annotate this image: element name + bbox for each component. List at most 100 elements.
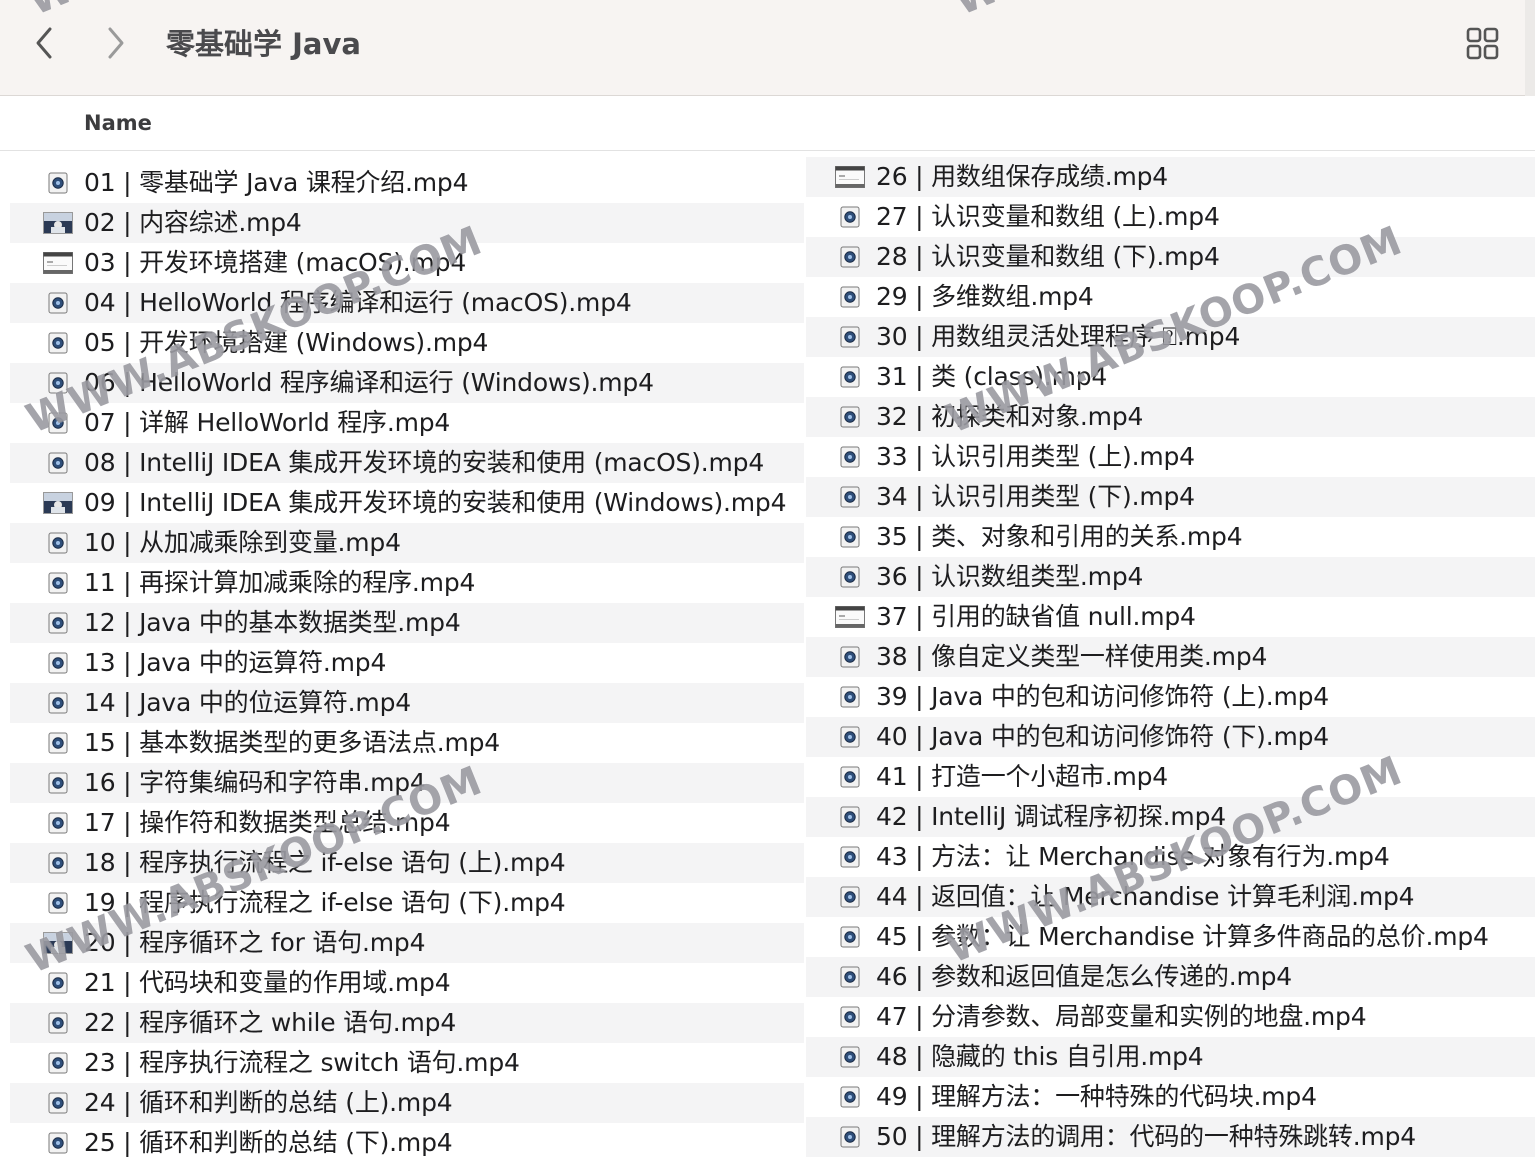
- file-name: 42 | IntelliJ 调试程序初探.mp4: [876, 802, 1226, 831]
- file-name: 22 | 程序循环之 while 语句.mp4: [84, 1008, 457, 1037]
- file-row[interactable]: 18 | 程序执行流程之 if-else 语句 (上).mp4: [10, 843, 804, 883]
- file-name: 01 | 零基础学 Java 课程介绍.mp4: [84, 168, 469, 197]
- file-row[interactable]: 03 | 开发环境搭建 (macOS).mp4: [10, 243, 804, 283]
- file-row[interactable]: 27 | 认识变量和数组 (上).mp4: [806, 197, 1535, 237]
- video-file-icon: [834, 925, 866, 949]
- file-row[interactable]: 44 | 返回值：让 Merchandise 计算毛利润.mp4: [806, 877, 1535, 917]
- file-row[interactable]: 08 | IntelliJ IDEA 集成开发环境的安装和使用 (macOS).…: [10, 443, 804, 483]
- file-row[interactable]: 36 | 认识数组类型.mp4: [806, 557, 1535, 597]
- file-name: 16 | 字符集编码和字符串.mp4: [84, 768, 426, 797]
- file-row[interactable]: 29 | 多维数组.mp4: [806, 277, 1535, 317]
- file-row[interactable]: 28 | 认识变量和数组 (下).mp4: [806, 237, 1535, 277]
- video-file-icon: [42, 651, 74, 675]
- window-title: 零基础学 Java: [166, 27, 361, 61]
- file-row[interactable]: 25 | 循环和判断的总结 (下).mp4: [10, 1123, 804, 1163]
- video-file-icon: [834, 365, 866, 389]
- file-row[interactable]: 09 | IntelliJ IDEA 集成开发环境的安装和使用 (Windows…: [10, 483, 804, 523]
- file-row[interactable]: 20 | 程序循环之 for 语句.mp4: [10, 923, 804, 963]
- file-row[interactable]: 34 | 认识引用类型 (下).mp4: [806, 477, 1535, 517]
- file-row[interactable]: 41 | 打造一个小超市.mp4: [806, 757, 1535, 797]
- video-thumbnail-icon: [42, 491, 74, 515]
- file-row[interactable]: 43 | 方法：让 Merchandise 对象有行为.mp4: [806, 837, 1535, 877]
- file-row[interactable]: 26 | 用数组保存成绩.mp4: [806, 157, 1535, 197]
- file-row[interactable]: 17 | 操作符和数据类型总结.mp4: [10, 803, 804, 843]
- video-file-icon: [834, 565, 866, 589]
- file-name: 28 | 认识变量和数组 (下).mp4: [876, 242, 1220, 271]
- video-file-icon: [834, 1045, 866, 1069]
- video-thumbnail-icon: [42, 211, 74, 235]
- video-file-icon: [834, 805, 866, 829]
- file-row[interactable]: 31 | 类 (class).mp4: [806, 357, 1535, 397]
- file-name: 30 | 用数组灵活处理程序 ⍰.mp4: [876, 322, 1241, 351]
- file-name: 08 | IntelliJ IDEA 集成开发环境的安装和使用 (macOS).…: [84, 448, 765, 477]
- video-file-icon: [834, 645, 866, 669]
- file-row[interactable]: 11 | 再探计算加减乘除的程序.mp4: [10, 563, 804, 603]
- file-name: 50 | 理解方法的调用：代码的一种特殊跳转.mp4: [876, 1122, 1417, 1151]
- file-row[interactable]: 04 | HelloWorld 程序编译和运行 (macOS).mp4: [10, 283, 804, 323]
- file-row[interactable]: 23 | 程序执行流程之 switch 语句.mp4: [10, 1043, 804, 1083]
- file-name: 19 | 程序执行流程之 if-else 语句 (下).mp4: [84, 888, 566, 917]
- file-row[interactable]: 40 | Java 中的包和访问修饰符 (下).mp4: [806, 717, 1535, 757]
- file-row[interactable]: 12 | Java 中的基本数据类型.mp4: [10, 603, 804, 643]
- file-row[interactable]: 13 | Java 中的运算符.mp4: [10, 643, 804, 683]
- video-file-icon: [42, 451, 74, 475]
- file-name: 09 | IntelliJ IDEA 集成开发环境的安装和使用 (Windows…: [84, 488, 787, 517]
- file-name: 06 | HelloWorld 程序编译和运行 (Windows).mp4: [84, 368, 654, 397]
- video-file-icon: [42, 1091, 74, 1115]
- scrollbar-edge[interactable]: [1525, 0, 1535, 96]
- file-row[interactable]: 49 | 理解方法：一种特殊的代码块.mp4: [806, 1077, 1535, 1117]
- back-button[interactable]: [24, 20, 64, 66]
- file-row[interactable]: 46 | 参数和返回值是怎么传递的.mp4: [806, 957, 1535, 997]
- video-file-icon: [42, 691, 74, 715]
- chevron-left-icon: [36, 27, 52, 59]
- video-file-icon: [834, 485, 866, 509]
- name-column-header[interactable]: Name: [84, 109, 152, 137]
- view-mode-button[interactable]: [1460, 24, 1504, 64]
- file-row[interactable]: 22 | 程序循环之 while 语句.mp4: [10, 1003, 804, 1043]
- video-file-icon: [42, 851, 74, 875]
- video-file-icon: [834, 405, 866, 429]
- file-row[interactable]: 21 | 代码块和变量的作用域.mp4: [10, 963, 804, 1003]
- file-row[interactable]: 24 | 循环和判断的总结 (上).mp4: [10, 1083, 804, 1123]
- file-name: 15 | 基本数据类型的更多语法点.mp4: [84, 728, 501, 757]
- file-row[interactable]: 19 | 程序执行流程之 if-else 语句 (下).mp4: [10, 883, 804, 923]
- file-name: 44 | 返回值：让 Merchandise 计算毛利润.mp4: [876, 882, 1415, 911]
- file-name: 35 | 类、对象和引用的关系.mp4: [876, 522, 1243, 551]
- finder-toolbar: 零基础学 Java: [0, 0, 1535, 96]
- file-name: 34 | 认识引用类型 (下).mp4: [876, 482, 1195, 511]
- file-row[interactable]: 38 | 像自定义类型一样使用类.mp4: [806, 637, 1535, 677]
- file-row[interactable]: 42 | IntelliJ 调试程序初探.mp4: [806, 797, 1535, 837]
- file-name: 40 | Java 中的包和访问修饰符 (下).mp4: [876, 722, 1330, 751]
- forward-button[interactable]: [96, 20, 136, 66]
- file-name: 03 | 开发环境搭建 (macOS).mp4: [84, 248, 467, 277]
- file-row[interactable]: 33 | 认识引用类型 (上).mp4: [806, 437, 1535, 477]
- file-row[interactable]: 15 | 基本数据类型的更多语法点.mp4: [10, 723, 804, 763]
- file-row[interactable]: 07 | 详解 HelloWorld 程序.mp4: [10, 403, 804, 443]
- file-name: 10 | 从加减乘除到变量.mp4: [84, 528, 401, 557]
- file-row[interactable]: 37 | 引用的缺省值 null.mp4: [806, 597, 1535, 637]
- file-row[interactable]: 35 | 类、对象和引用的关系.mp4: [806, 517, 1535, 557]
- file-row[interactable]: 02 | 内容综述.mp4: [10, 203, 804, 243]
- file-row[interactable]: 05 | 开发环境搭建 (Windows).mp4: [10, 323, 804, 363]
- video-file-icon: [834, 525, 866, 549]
- file-row[interactable]: 50 | 理解方法的调用：代码的一种特殊跳转.mp4: [806, 1117, 1535, 1157]
- file-row[interactable]: 30 | 用数组灵活处理程序 ⍰.mp4: [806, 317, 1535, 357]
- file-row[interactable]: 47 | 分清参数、局部变量和实例的地盘.mp4: [806, 997, 1535, 1037]
- video-file-icon: [834, 1085, 866, 1109]
- video-file-icon: [42, 611, 74, 635]
- file-row[interactable]: 14 | Java 中的位运算符.mp4: [10, 683, 804, 723]
- video-thumbnail-icon: [42, 931, 74, 955]
- file-row[interactable]: 32 | 初探类和对象.mp4: [806, 397, 1535, 437]
- file-row[interactable]: 06 | HelloWorld 程序编译和运行 (Windows).mp4: [10, 363, 804, 403]
- video-file-icon: [834, 445, 866, 469]
- file-name: 17 | 操作符和数据类型总结.mp4: [84, 808, 451, 837]
- file-row[interactable]: 45 | 参数：让 Merchandise 计算多件商品的总价.mp4: [806, 917, 1535, 957]
- video-file-icon: [42, 731, 74, 755]
- list-header: Name: [0, 97, 1535, 151]
- file-row[interactable]: 39 | Java 中的包和访问修饰符 (上).mp4: [806, 677, 1535, 717]
- file-row[interactable]: 01 | 零基础学 Java 课程介绍.mp4: [10, 163, 804, 203]
- file-row[interactable]: 48 | 隐藏的 this 自引用.mp4: [806, 1037, 1535, 1077]
- file-row[interactable]: 16 | 字符集编码和字符串.mp4: [10, 763, 804, 803]
- file-row[interactable]: 10 | 从加减乘除到变量.mp4: [10, 523, 804, 563]
- video-file-icon: [42, 371, 74, 395]
